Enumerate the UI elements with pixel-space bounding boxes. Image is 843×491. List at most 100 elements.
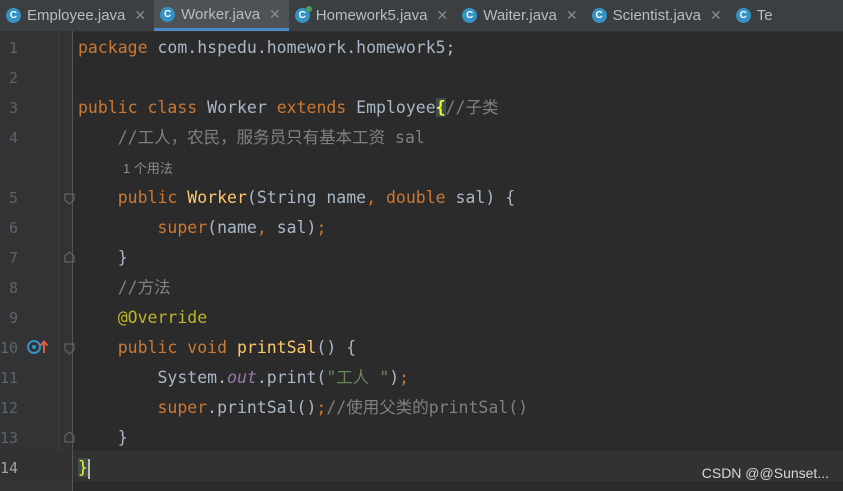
keyword: void <box>177 338 228 357</box>
code-line-6[interactable]: super(name, sal); <box>78 213 326 243</box>
comment: //工人，农民，服务员只有基本工资 sal <box>78 128 425 147</box>
fold-close-icon[interactable] <box>64 251 75 263</box>
fold-open-icon[interactable] <box>64 193 75 205</box>
line-number: 2 <box>8 69 18 87</box>
keyword: extends <box>276 98 347 117</box>
tab-scientist-java[interactable]: C Scientist.java ✕ <box>586 0 730 31</box>
line-number: 8 <box>8 279 18 297</box>
watermark: CSDN @@Sunset... <box>701 465 829 481</box>
line-number: 7 <box>8 249 18 267</box>
class-icon: C <box>462 8 478 23</box>
class-ref: System. <box>78 368 228 387</box>
class-icon: C <box>6 8 21 23</box>
matched-brace: { <box>435 98 446 117</box>
line-number-current: 14 <box>0 459 19 477</box>
tab-label: Scientist.java <box>612 7 701 24</box>
comma: , <box>366 188 386 207</box>
line-number: 6 <box>8 219 18 237</box>
tab-truncated[interactable]: C Te <box>730 0 781 31</box>
line-number: 1 <box>8 39 18 57</box>
code-line-4[interactable]: //工人，农民，服务员只有基本工资 sal <box>78 123 425 153</box>
keyword: public <box>78 98 138 117</box>
close-icon[interactable]: ✕ <box>566 7 578 24</box>
class-icon: C <box>735 8 751 23</box>
keyword: double <box>385 188 446 207</box>
method-name: printSal <box>227 338 317 357</box>
comma: , <box>256 218 277 237</box>
string-literal: "工人 " <box>326 368 390 387</box>
line-number: 3 <box>8 99 18 117</box>
comment: //使用父类的printSal() <box>326 398 529 417</box>
static-field: out <box>227 368 257 387</box>
line-number: 13 <box>0 429 19 447</box>
close-icon[interactable]: ✕ <box>134 7 146 24</box>
matched-brace: } <box>78 458 88 477</box>
tab-homework5-java[interactable]: C Homework5.java ✕ <box>289 0 456 31</box>
constructor-name: Worker <box>177 188 247 207</box>
line-number: 11 <box>0 369 19 387</box>
keyword: super <box>78 398 208 417</box>
args: sal) <box>276 218 317 237</box>
tab-label: Worker.java <box>181 5 261 23</box>
close-brace: } <box>78 248 128 267</box>
keyword: package <box>78 38 148 57</box>
annotation: @Override <box>78 308 208 327</box>
method-call: .printSal() <box>207 398 317 417</box>
code-line-7[interactable]: } <box>78 243 128 273</box>
class-name: Worker <box>197 98 277 117</box>
code-line-1[interactable]: package com.hspedu.homework.homework5; <box>78 33 456 63</box>
code-line-14[interactable]: } <box>78 453 90 483</box>
class-icon: C <box>160 6 176 22</box>
keyword: public <box>78 338 178 357</box>
class-main-icon: C <box>294 6 312 23</box>
line-number: 5 <box>8 189 18 207</box>
params: sal) { <box>445 188 516 207</box>
semicolon: ; <box>316 218 327 237</box>
comment: //子类 <box>445 98 499 117</box>
tab-label: Te <box>756 7 773 24</box>
code-line-3[interactable]: public class Worker extends Employee{//子… <box>78 93 498 123</box>
tab-employee-java[interactable]: C Employee.java ✕ <box>0 0 154 31</box>
fold-close-icon[interactable] <box>64 431 75 443</box>
parent-class-name: Employee <box>346 98 436 117</box>
indent-guide <box>58 31 59 451</box>
code-line-13[interactable]: } <box>78 423 128 453</box>
line-number: 4 <box>8 129 18 147</box>
line-number: 12 <box>0 399 19 417</box>
semicolon: ; <box>316 398 327 417</box>
tab-label: Employee.java <box>27 7 126 24</box>
keyword: public <box>78 188 178 207</box>
code-line-11[interactable]: System.out.print("工人 "); <box>78 363 409 393</box>
package-name: com.hspedu.homework.homework5; <box>147 38 456 57</box>
code-line-12[interactable]: super.printSal();//使用父类的printSal() <box>78 393 528 423</box>
overrides-method-icon[interactable] <box>27 339 51 355</box>
keyword: super <box>78 218 208 237</box>
editor-tab-bar: C Employee.java ✕ C Worker.java ✕ C Home… <box>0 0 843 32</box>
usages-hint[interactable]: 1 个用法 <box>123 157 173 181</box>
close-icon[interactable]: ✕ <box>437 7 449 24</box>
method-call: .print( <box>256 368 327 387</box>
close-icon[interactable]: ✕ <box>710 7 722 24</box>
code-line-5[interactable]: public Worker(String name, double sal) { <box>78 183 515 213</box>
close-brace: } <box>78 428 128 447</box>
args: (name <box>207 218 257 237</box>
tab-worker-java[interactable]: C Worker.java ✕ <box>154 0 289 31</box>
comment: //方法 <box>78 278 171 297</box>
close-icon[interactable]: ✕ <box>269 6 281 23</box>
tab-label: Waiter.java <box>483 7 557 24</box>
line-number: 10 <box>0 339 19 357</box>
line-number: 9 <box>8 309 18 327</box>
fold-open-icon[interactable] <box>64 343 75 355</box>
tab-label: Homework5.java <box>315 7 428 24</box>
params: (String name <box>246 188 367 207</box>
text-cursor <box>87 458 90 479</box>
paren: ) <box>389 368 400 387</box>
params: () { <box>316 338 357 357</box>
code-line-8[interactable]: //方法 <box>78 273 171 303</box>
code-line-9[interactable]: @Override <box>78 303 207 333</box>
class-icon: C <box>591 8 607 23</box>
code-line-10[interactable]: public void printSal() { <box>78 333 356 363</box>
semicolon: ; <box>399 368 410 387</box>
keyword: class <box>147 98 198 117</box>
tab-waiter-java[interactable]: C Waiter.java ✕ <box>456 0 585 31</box>
